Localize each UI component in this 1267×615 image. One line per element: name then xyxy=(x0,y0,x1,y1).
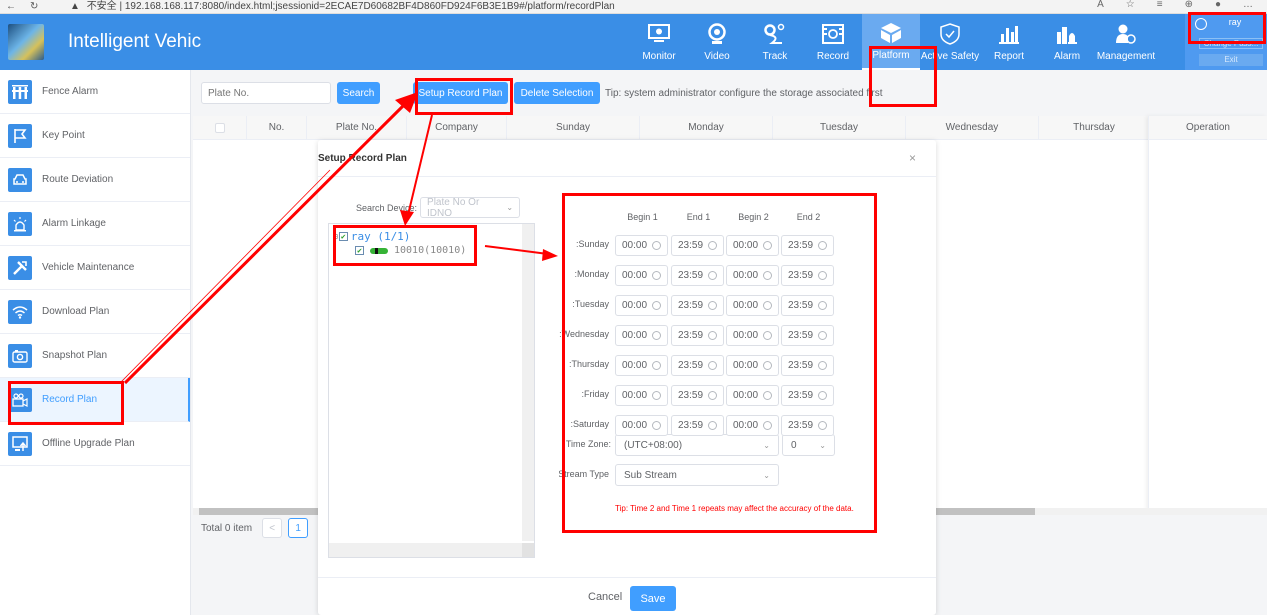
cube-icon xyxy=(880,22,902,44)
select-all-header xyxy=(193,116,247,139)
pagination: Total 0 item < 1 xyxy=(193,518,309,538)
column-header: Wednesday xyxy=(906,116,1039,139)
column-header: Plate No. xyxy=(307,116,407,139)
select-all-checkbox[interactable] xyxy=(214,122,225,133)
exit-button[interactable]: Exit xyxy=(1199,54,1263,66)
search-device: Search Device: Plate No Or IDNO ⌄ xyxy=(356,197,521,219)
monitor-icon xyxy=(648,23,670,45)
user-manage-icon xyxy=(1115,23,1137,45)
track-icon xyxy=(764,23,786,45)
annotation-box-platform xyxy=(869,46,937,107)
save-button[interactable]: Save xyxy=(630,586,676,611)
toolbar: Search Setup Record Plan Delete Selectio… xyxy=(193,70,1267,116)
page-1-button[interactable]: 1 xyxy=(288,518,309,538)
sidebar: Fence Alarm Key Point Route Deviation Al… xyxy=(0,70,191,615)
delete-selection-button[interactable]: Delete Selection xyxy=(514,82,600,104)
more-icon[interactable]: … xyxy=(1243,0,1253,10)
sidebar-item-snapshot-plan[interactable]: Snapshot Plan xyxy=(0,334,190,378)
sidebar-item-route-deviation[interactable]: Route Deviation xyxy=(0,158,190,202)
back-icon[interactable]: ← xyxy=(6,1,16,12)
column-header: Monday xyxy=(640,116,773,139)
table-header: No. Plate No. Company Sunday Monday Tues… xyxy=(193,116,1267,140)
record-icon xyxy=(822,23,844,45)
fence-icon xyxy=(8,79,32,104)
flag-icon xyxy=(8,123,32,148)
shield-icon xyxy=(939,22,961,45)
column-header: Tuesday xyxy=(773,116,906,139)
address-bar[interactable]: ▲ 不安全 | 192.168.168.117:8080/index.html;… xyxy=(70,0,1097,12)
operation-column: Operation xyxy=(1148,116,1267,511)
annotation-box-record-plan xyxy=(8,381,124,425)
sidebar-item-download-plan[interactable]: Download Plan xyxy=(0,290,190,334)
search-device-label: Search Device: xyxy=(356,202,418,213)
nav-video[interactable]: Video xyxy=(688,14,746,70)
app-title: Intelligent Vehic xyxy=(68,31,202,52)
favorite-icon[interactable]: ☆ xyxy=(1126,0,1135,10)
device-tree: ⊟ ✔ ray (1/1) ✔ 10010(10010) xyxy=(328,223,535,558)
wifi-icon xyxy=(8,299,32,324)
total-items: Total 0 item xyxy=(201,522,253,534)
dialog-footer: Cancel Save xyxy=(318,577,936,615)
scroll-corner xyxy=(522,543,534,557)
operation-header: Operation xyxy=(1149,116,1267,140)
close-icon[interactable]: × xyxy=(909,151,916,165)
tools-icon xyxy=(8,255,32,280)
favorites-list-icon[interactable]: ≡ xyxy=(1157,0,1163,10)
tree-vertical-scrollbar[interactable] xyxy=(522,224,534,541)
nav-alarm[interactable]: Alarm xyxy=(1038,14,1096,70)
dialog-title: Setup Record Plan xyxy=(318,152,407,164)
column-header: Company xyxy=(407,116,507,139)
column-header: Thursday xyxy=(1039,116,1150,139)
dialog-header: Setup Record Plan × xyxy=(318,140,936,177)
warning-icon: ▲ xyxy=(70,1,80,12)
storage-tip: Tip: system administrator configure the … xyxy=(605,87,883,99)
column-header: No. xyxy=(247,116,307,139)
sidebar-item-alarm-linkage[interactable]: Alarm Linkage xyxy=(0,202,190,246)
search-button[interactable]: Search xyxy=(337,82,380,104)
nav-record[interactable]: Record xyxy=(804,14,862,70)
read-aloud-icon[interactable]: A xyxy=(1097,0,1104,10)
tree-horizontal-scrollbar[interactable] xyxy=(329,543,524,557)
alarm-icon xyxy=(1056,23,1078,45)
nav-report[interactable]: Report xyxy=(980,14,1038,70)
browser-bar: ← ↻ ▲ 不安全 | 192.168.168.117:8080/index.h… xyxy=(0,0,1267,14)
app-header: Intelligent Vehic Monitor Video Track Re… xyxy=(0,14,1267,70)
sidebar-item-fence-alarm[interactable]: Fence Alarm xyxy=(0,70,190,114)
search-device-select[interactable]: Plate No Or IDNO ⌄ xyxy=(420,197,521,219)
chevron-down-icon: ⌄ xyxy=(506,203,514,212)
annotation-box-schedule xyxy=(562,193,877,533)
nav-track[interactable]: Track xyxy=(746,14,804,70)
column-header: Sunday xyxy=(507,116,640,139)
profile-icon[interactable]: ● xyxy=(1215,0,1221,10)
refresh-icon[interactable]: ↻ xyxy=(30,1,38,12)
siren-icon xyxy=(8,211,32,236)
sidebar-item-key-point[interactable]: Key Point xyxy=(0,114,190,158)
nav-management[interactable]: Management xyxy=(1096,14,1156,70)
logo-image xyxy=(8,24,44,60)
annotation-box-setup-button xyxy=(415,78,513,115)
bar-chart-icon xyxy=(998,23,1020,45)
camera-icon xyxy=(8,343,32,368)
nav-monitor[interactable]: Monitor xyxy=(630,14,688,70)
prev-page-button[interactable]: < xyxy=(262,518,283,538)
annotation-box-device-tree xyxy=(333,225,477,266)
cancel-button[interactable]: Cancel xyxy=(588,591,622,603)
camera-icon xyxy=(706,22,728,45)
sidebar-item-offline-upgrade-plan[interactable]: Offline Upgrade Plan xyxy=(0,422,190,466)
upgrade-icon xyxy=(8,431,32,456)
url-text: 192.168.168.117:8080/index.html;jsession… xyxy=(124,1,615,12)
annotation-box-user xyxy=(1188,12,1266,44)
security-label: 不安全 xyxy=(86,1,117,12)
plate-search-input[interactable] xyxy=(201,82,331,104)
sidebar-item-vehicle-maintenance[interactable]: Vehicle Maintenance xyxy=(0,246,190,290)
car-icon xyxy=(8,167,32,192)
collections-icon[interactable]: ⊕ xyxy=(1185,0,1193,10)
